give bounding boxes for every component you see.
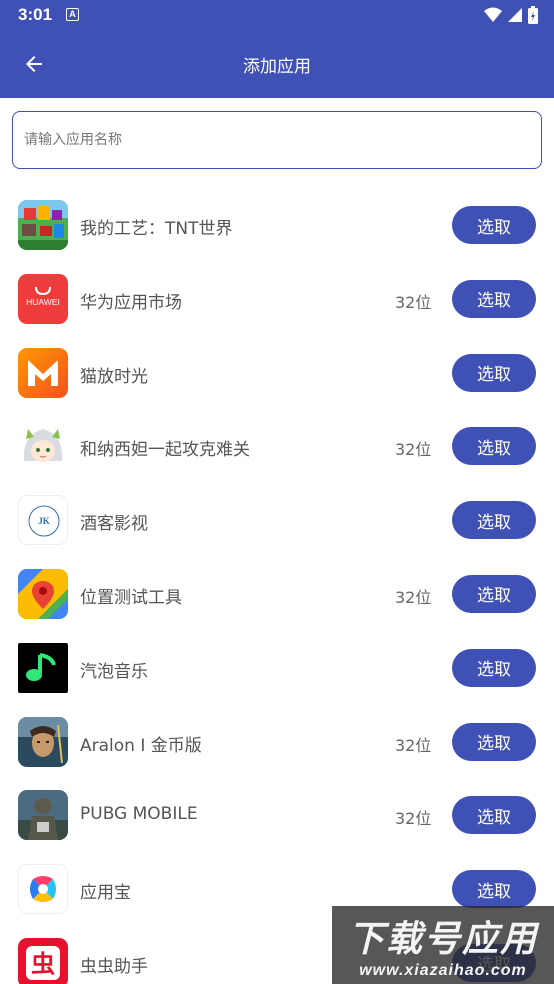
select-button[interactable]: 选取 (452, 279, 536, 318)
list-item: 汽泡音乐 选取 (0, 631, 554, 705)
select-button[interactable]: 选取 (452, 206, 536, 244)
battery-icon (528, 6, 538, 24)
status-bar: 3:01 A (0, 0, 554, 30)
page-title: 添加应用 (243, 57, 311, 77)
list-item: 和纳西妲一起攻克难关 32位 选取 (0, 409, 554, 483)
jiuke-logo-text: JK (38, 516, 50, 526)
app-name: 虫虫助手 (80, 956, 148, 977)
tnt-world-icon (18, 200, 68, 250)
watermark: 下载号应用 www.xiazaihao.com (332, 906, 554, 984)
jiuke-icon: JK (18, 495, 68, 546)
maofang-icon (18, 347, 68, 398)
select-button[interactable]: 选取 (452, 870, 536, 909)
app-bar: 添加应用 (0, 30, 554, 98)
select-button[interactable]: 选取 (452, 353, 536, 392)
yingyongbao-icon (18, 864, 68, 915)
chongchong-logo-text: 虫 (31, 950, 55, 978)
list-item: PUBG MOBILE 32位 选取 (0, 778, 554, 852)
app-name: 汽泡音乐 (80, 661, 148, 682)
music-note-icon (18, 642, 68, 693)
app-name: 酒客影视 (80, 514, 148, 535)
notification-icon: A (66, 8, 79, 21)
select-button[interactable]: 选取 (452, 796, 536, 835)
list-item: 猫放时光 选取 (0, 336, 554, 410)
search-input[interactable] (12, 111, 542, 169)
app-name: 和纳西妲一起攻克难关 (80, 440, 250, 461)
app-name: 我的工艺：TNT世界 (80, 219, 233, 239)
app-bits: 32位 (395, 735, 432, 755)
select-button[interactable]: 选取 (452, 427, 536, 466)
wifi-icon (484, 7, 502, 22)
list-item: HUAWEI 华为应用市场 32位 选取 (0, 262, 554, 336)
app-name: 应用宝 (80, 883, 131, 904)
status-icons (484, 6, 538, 24)
app-bits: 32位 (395, 809, 432, 829)
app-bits: 32位 (395, 440, 432, 460)
list-item: 位置测试工具 32位 选取 (0, 557, 554, 631)
select-button[interactable]: 选取 (452, 648, 536, 687)
app-name: 猫放时光 (80, 366, 148, 387)
app-name: Aralon I 金币版 (80, 735, 202, 756)
huawei-appgallery-icon: HUAWEI (18, 273, 68, 324)
app-bits: 32位 (395, 292, 432, 312)
aralon-icon (18, 716, 68, 767)
signal-icon (508, 8, 522, 22)
app-name: 华为应用市场 (80, 292, 182, 313)
app-bits: 32位 (395, 587, 432, 607)
chongchong-icon: 虫 (18, 937, 68, 984)
pubg-icon (18, 790, 68, 841)
select-button[interactable]: 选取 (452, 722, 536, 761)
app-name: PUBG MOBILE (80, 804, 198, 825)
list-item: 我的工艺：TNT世界 选取 (0, 188, 554, 262)
app-list: 我的工艺：TNT世界 选取 HUAWEI 华为应用市场 32位 选取 猫放时光 … (0, 188, 554, 984)
huawei-logo-text: HUAWEI (26, 297, 60, 307)
select-button[interactable]: 选取 (452, 501, 536, 540)
select-button[interactable]: 选取 (452, 574, 536, 613)
anime-girl-icon (18, 421, 68, 472)
map-pin-icon (18, 568, 68, 619)
status-time: 3:01 (18, 5, 53, 24)
watermark-url: www.xiazaihao.com (359, 962, 527, 979)
watermark-main: 下载号应用 (347, 919, 538, 960)
list-item: JK 酒客影视 选取 (0, 483, 554, 557)
list-item: Aralon I 金币版 32位 选取 (0, 705, 554, 779)
app-name: 位置测试工具 (80, 587, 182, 608)
